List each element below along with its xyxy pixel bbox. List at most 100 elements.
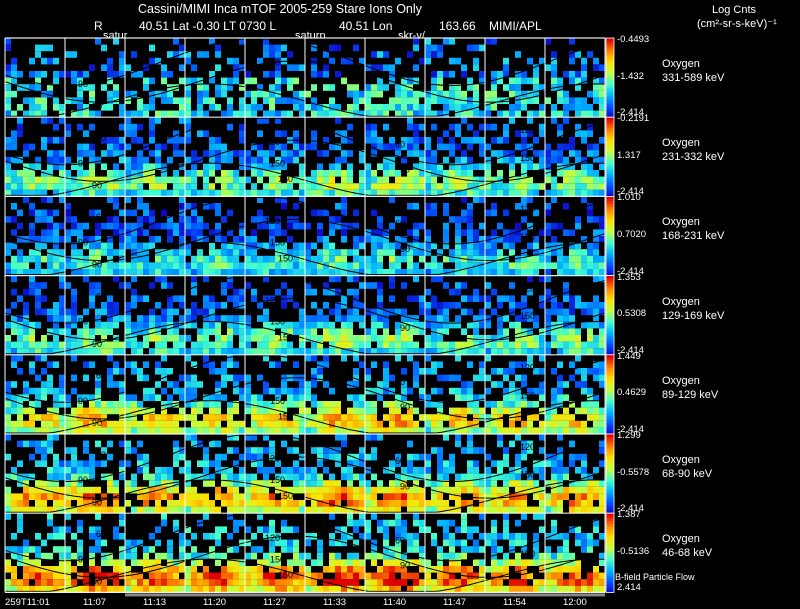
heat-cell [455,57,461,65]
heat-cell [491,519,497,527]
heat-cell [77,143,83,151]
heat-cell [425,460,431,467]
heat-cell [83,275,89,283]
heat-cell [77,123,83,131]
heat-cell [485,249,491,256]
heat-cell [143,473,149,481]
heat-cell [299,427,305,434]
heat-cell [479,269,485,276]
heat-cell [101,506,107,514]
heat-cell [383,368,389,375]
heat-cell [275,387,281,395]
heat-cell [533,506,539,514]
heat-cell [383,143,389,151]
heat-cell [569,427,575,434]
heat-cell [569,506,575,514]
heat-cell [191,566,197,573]
heat-cell [425,209,431,217]
heat-cell [389,480,395,487]
heat-cell [497,137,503,144]
heat-cell [347,513,353,520]
heat-cell [551,189,557,197]
heat-cell [5,559,11,566]
heat-cell [269,183,275,190]
heat-cell [485,209,491,217]
heat-cell [593,275,599,283]
heat-cell [257,209,263,217]
heat-cell [77,90,83,98]
heat-cell [131,348,137,355]
heat-cell [167,236,173,243]
heat-cell [479,71,485,78]
heat-cell [545,189,551,197]
heat-cell [425,57,431,65]
heat-cell [293,269,299,276]
heat-cell [299,170,305,177]
heat-cell [47,315,53,322]
heat-cell [341,156,347,164]
heat-cell [359,110,365,118]
heat-cell [581,163,587,170]
heat-cell [467,229,473,236]
heat-cell [113,90,119,98]
heat-cell [221,526,227,533]
heat-cell [71,447,77,454]
heat-cell [371,473,377,481]
heat-cell [71,222,77,230]
heat-cell [17,368,23,375]
heat-cell [485,401,491,408]
heat-cell [113,137,119,144]
heat-cell [125,341,131,349]
heat-cell [251,552,257,560]
heat-cell [587,249,593,256]
heat-cell [293,486,299,494]
heat-cell [449,552,455,560]
heat-cell [191,341,197,349]
heat-cell [215,163,221,170]
heat-cell [455,255,461,263]
heat-cell [533,97,539,104]
heat-cell [215,559,221,566]
heat-cell [53,71,59,78]
heat-cell [515,500,521,507]
heat-cell [143,546,149,553]
heat-cell [395,335,401,342]
heat-cell [107,559,113,566]
heat-cell [5,104,11,111]
heat-cell [209,183,215,190]
heat-cell [203,302,209,309]
heat-cell [89,453,95,461]
heat-cell [329,44,335,52]
heat-cell [509,473,515,481]
heat-cell [575,262,581,269]
heat-cell [443,130,449,137]
heat-cell [491,506,497,514]
heat-cell [329,269,335,276]
heat-cell [227,269,233,276]
heat-cell [323,486,329,494]
heat-cell [239,150,245,157]
heat-cell [59,262,65,269]
heat-cell [479,123,485,131]
heat-cell [251,328,257,335]
heat-cell [29,236,35,243]
heat-cell [593,374,599,382]
heat-cell [413,97,419,104]
heat-cell [83,361,89,368]
heat-cell [209,295,215,302]
heat-cell [353,473,359,481]
heat-cell [377,566,383,573]
heat-cell [155,341,161,349]
heat-cell [191,222,197,230]
heat-cell [251,453,257,461]
heat-cell [431,51,437,58]
heat-cell [311,533,317,540]
heat-cell [203,453,209,461]
heat-cell [53,57,59,65]
heat-cell [365,552,371,560]
heat-cell [5,453,11,461]
heat-cell [35,341,41,349]
heat-cell [71,387,77,395]
heat-cell [89,143,95,151]
heat-cell [329,533,335,540]
